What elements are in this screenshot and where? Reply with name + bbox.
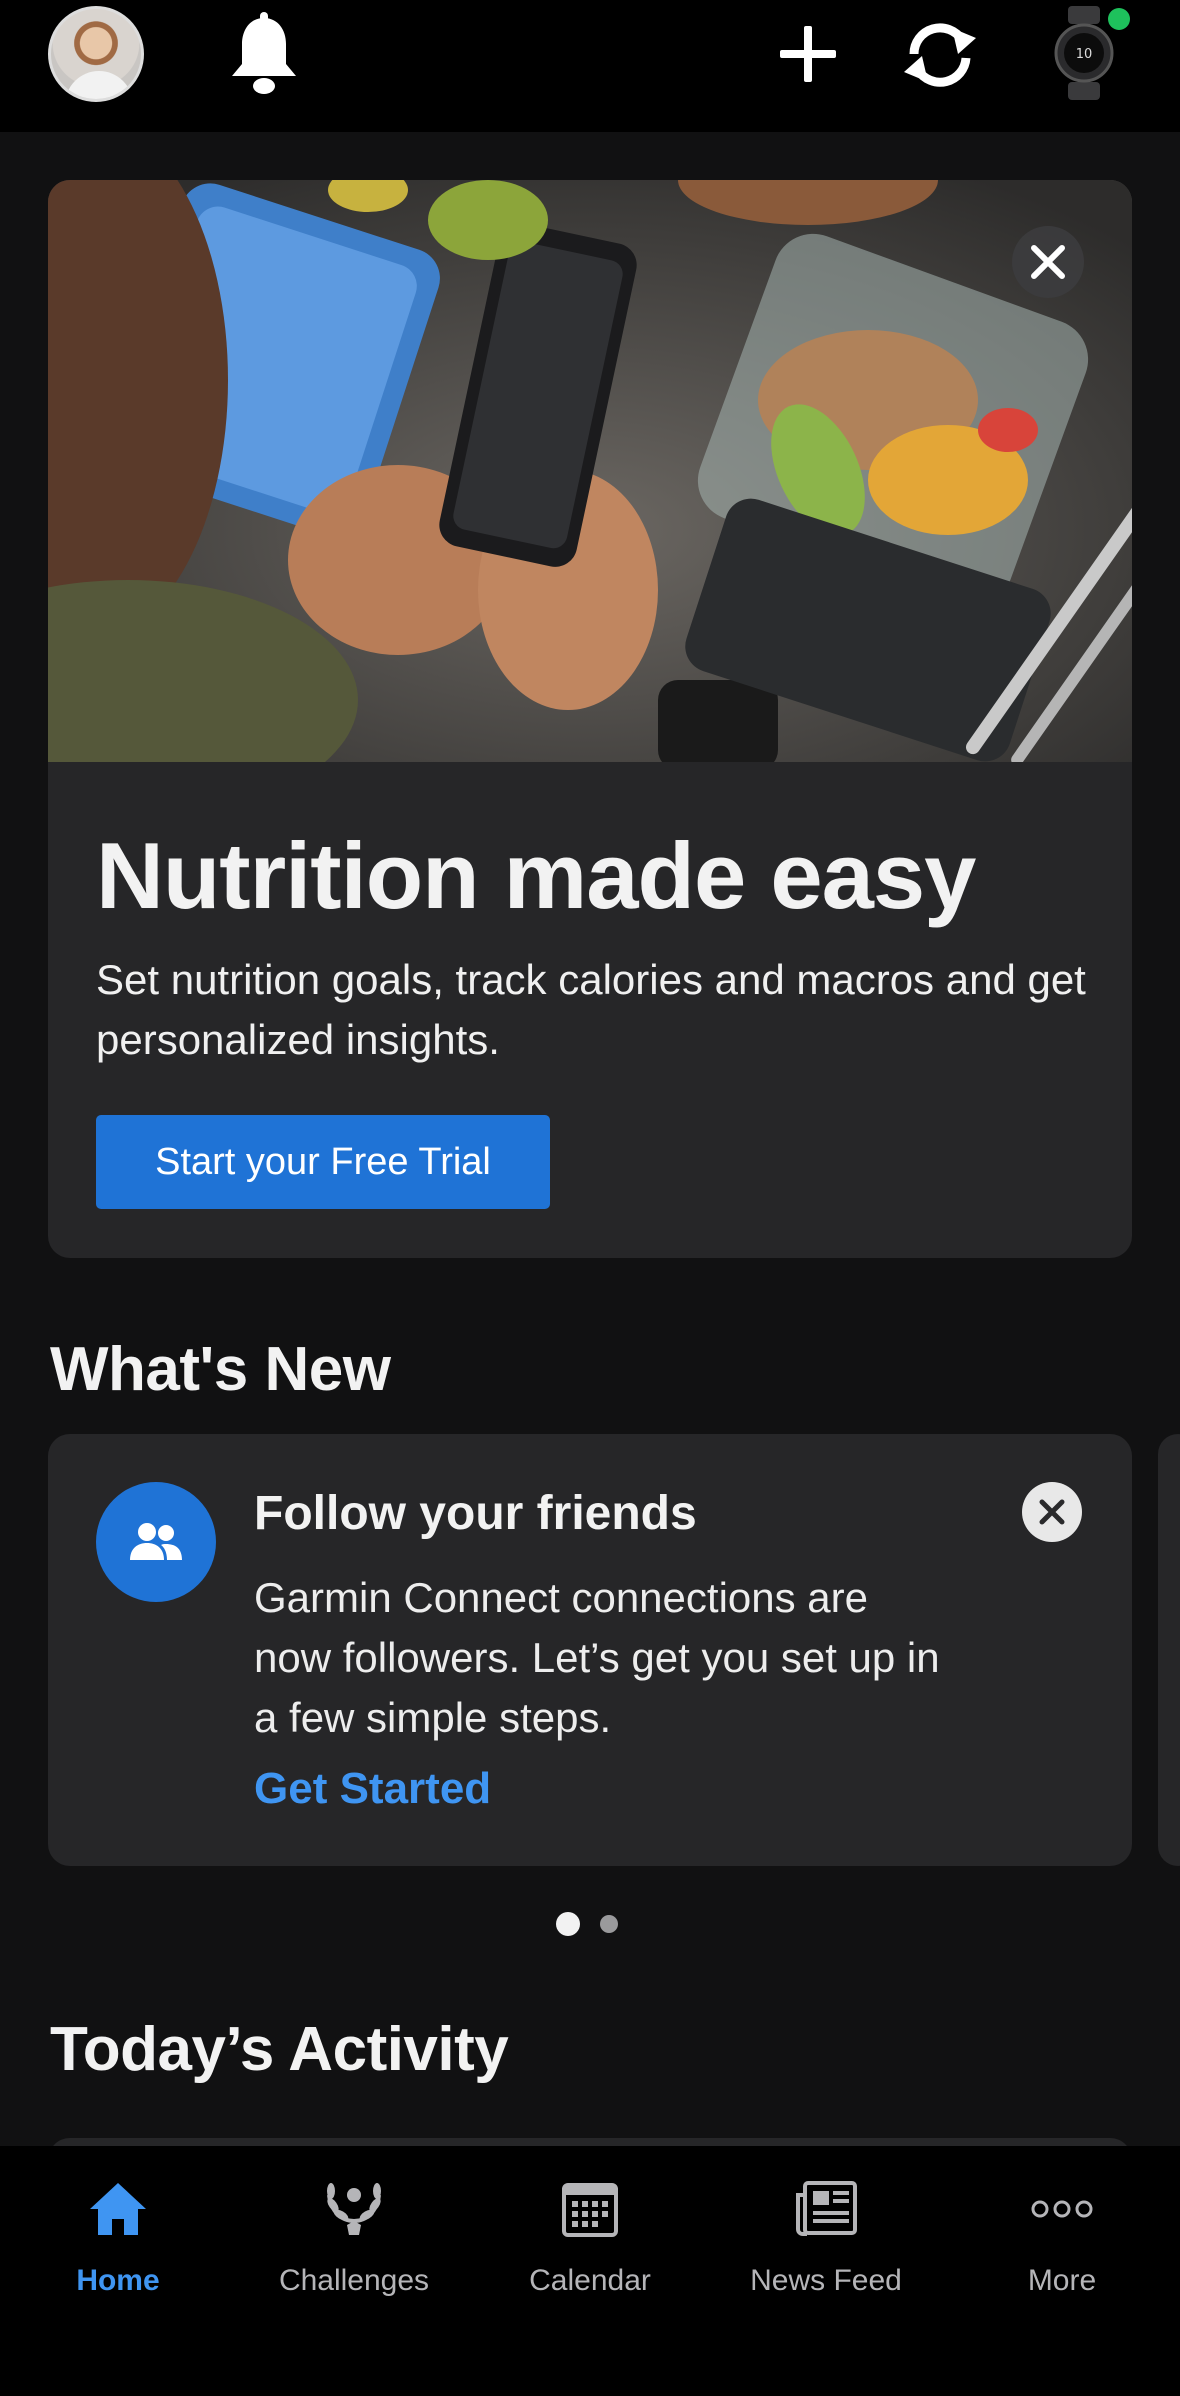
todays-activity-heading: Today’s Activity — [50, 2015, 509, 2084]
next-card-peek[interactable] — [1158, 1434, 1180, 1866]
profile-avatar[interactable] — [48, 6, 144, 102]
nutrition-app-on-phone-photo — [48, 180, 1132, 762]
top-bar: 10 — [0, 0, 1180, 132]
carousel-pager — [556, 1912, 618, 1936]
card-description: Garmin Connect connections are now follo… — [254, 1574, 940, 1741]
follow-friends-card: Follow your friends Garmin Connect conne… — [48, 1434, 1132, 1866]
svg-text:10: 10 — [1076, 47, 1093, 62]
nutrition-promo-card: Nutrition made easy Set nutrition goals,… — [48, 180, 1132, 1258]
tab-more[interactable]: More — [944, 2176, 1180, 2298]
pager-dot-active[interactable] — [556, 1912, 580, 1936]
plus-icon[interactable] — [778, 24, 838, 89]
close-icon — [1031, 245, 1065, 279]
tab-label: News Feed — [750, 2264, 902, 2297]
pager-dot[interactable] — [600, 1915, 618, 1933]
bottom-tab-bar: Home Challenges Calendar News Feed More — [0, 2146, 1180, 2396]
friends-icon — [96, 1482, 216, 1602]
tab-challenges[interactable]: Challenges — [236, 2176, 472, 2298]
promo-close-button[interactable] — [1012, 226, 1084, 298]
home-icon — [90, 2183, 146, 2235]
watch-icon[interactable]: 10 — [1054, 6, 1114, 105]
tab-news-feed[interactable]: News Feed — [708, 2176, 944, 2298]
promo-description: Set nutrition goals, track calories and … — [96, 956, 1086, 1063]
newspaper-icon — [796, 2181, 857, 2236]
start-free-trial-button[interactable]: Start your Free Trial — [96, 1115, 550, 1209]
bell-icon[interactable] — [226, 12, 302, 101]
tab-label: Calendar — [529, 2264, 651, 2297]
laurel-icon — [327, 2183, 381, 2235]
watch-connected-indicator — [1108, 8, 1130, 30]
tab-label: More — [1027, 2264, 1097, 2297]
tab-home[interactable]: Home — [0, 2176, 236, 2298]
tab-label: Challenges — [278, 2264, 430, 2297]
more-icon — [1031, 2200, 1093, 2218]
close-icon — [1039, 1499, 1065, 1525]
avatar-shirt — [65, 71, 133, 99]
whats-new-heading: What's New — [50, 1335, 391, 1404]
sync-icon[interactable] — [900, 20, 980, 95]
calendar-icon — [562, 2183, 618, 2237]
tab-calendar[interactable]: Calendar — [472, 2176, 708, 2298]
get-started-link[interactable]: Get Started — [254, 1764, 491, 1814]
card-close-button[interactable] — [1022, 1482, 1082, 1542]
card-title: Follow your friends — [254, 1487, 697, 1540]
promo-title: Nutrition made easy — [96, 823, 976, 928]
tab-label: Home — [76, 2264, 160, 2297]
